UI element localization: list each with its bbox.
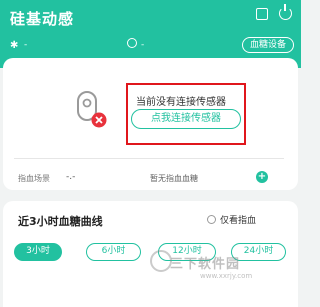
bluetooth-icon: ✱ — [10, 40, 19, 51]
finger-scene-value: -.- — [66, 172, 76, 182]
tab-6h[interactable]: 6小时 — [86, 243, 141, 261]
watermark-text: 三下软件园 — [170, 257, 241, 272]
glucose-device-button[interactable]: 血糖设备 — [242, 37, 294, 53]
add-finger-glucose-button[interactable]: + — [256, 171, 268, 183]
finger-scene-label: 指血场景 — [18, 174, 50, 183]
watermark-logo — [150, 250, 172, 272]
clock-icon — [127, 38, 137, 48]
finger-only-label[interactable]: 仅看指血 — [220, 213, 256, 226]
no-finger-glucose-text: 暂无指血血糖 — [150, 174, 198, 183]
watermark-url: www.xxrjy.com — [200, 272, 253, 280]
sensor-disconnected-icon — [77, 91, 107, 128]
tab-3h[interactable]: 3小时 — [14, 243, 62, 261]
curve-title: 近3小时血糖曲线 — [18, 215, 103, 228]
share-icon[interactable] — [256, 8, 268, 20]
divider — [14, 158, 284, 159]
connect-sensor-button[interactable]: 点我连接传感器 — [131, 109, 241, 129]
bluetooth-status: - — [24, 40, 28, 50]
clock-status: - — [141, 40, 145, 50]
power-icon[interactable] — [279, 4, 292, 20]
sensor-alert-box: 当前没有连接传感器 点我连接传感器 — [126, 83, 246, 145]
finger-only-radio[interactable] — [207, 215, 216, 224]
app-title: 硅基动感 — [10, 10, 75, 28]
sensor-status-text: 当前没有连接传感器 — [136, 97, 226, 108]
